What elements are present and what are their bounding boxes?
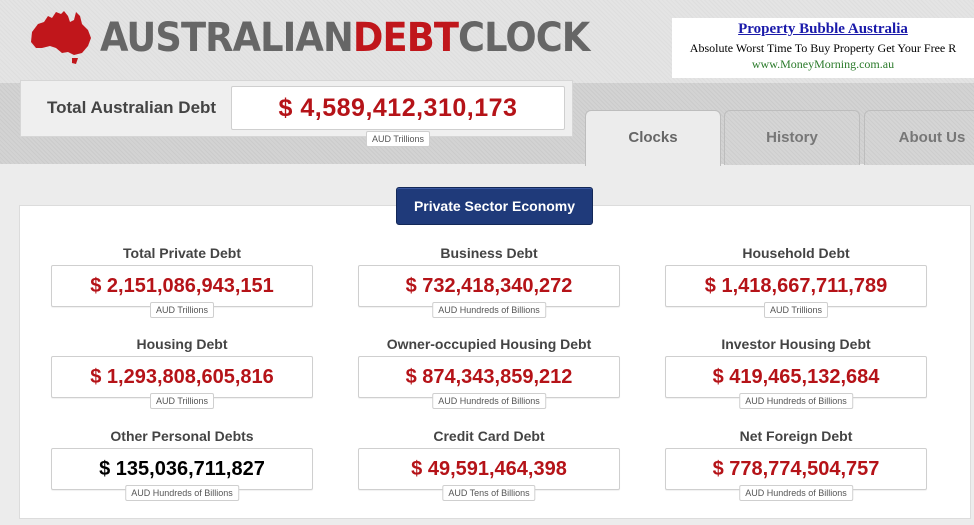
logo-text-australian: AUSTRALIAN [100, 15, 354, 61]
clock-unit: AUD Trillions [149, 393, 215, 409]
clock-unit: AUD Hundreds of Billions [739, 393, 853, 409]
clock-value: $ 1,418,667,711,789 [704, 275, 888, 297]
clock-label: Business Debt [440, 245, 538, 261]
clock-label: Housing Debt [136, 336, 228, 352]
clock-label: Credit Card Debt [433, 428, 545, 444]
total-debt-value: $ 4,589,412,310,173 [278, 94, 518, 122]
clock-label: Other Personal Debts [110, 428, 254, 444]
clock-display: $ 1,418,667,711,789 [665, 265, 927, 307]
clock-unit: AUD Hundreds of Billions [739, 485, 853, 501]
clock-value: $ 732,418,340,272 [405, 275, 573, 297]
clock-label: Owner-occupied Housing Debt [386, 336, 592, 352]
clock-total-private-debt: Total Private Debt $ 2,151,086,943,151 A… [51, 245, 313, 325]
clock-display: $ 49,591,464,398 [358, 448, 620, 490]
clock-household-debt: Household Debt $ 1,418,667,711,789 AUD T… [665, 245, 927, 325]
total-debt-label: Total Australian Debt [47, 98, 217, 117]
clock-unit: AUD Trillions [149, 302, 215, 318]
clock-display: $ 874,343,859,212 [358, 356, 620, 398]
clock-value: $ 778,774,504,757 [712, 458, 880, 480]
clock-unit: AUD Hundreds of Billions [432, 302, 546, 318]
clock-value: $ 2,151,086,943,151 [90, 275, 274, 297]
tab-history[interactable]: History [724, 110, 860, 165]
total-debt-panel: Total Australian Debt $ 4,589,412,310,17… [20, 80, 573, 147]
clock-housing-debt: Housing Debt $ 1,293,808,605,816 AUD Tri… [51, 336, 313, 416]
total-debt-unit: AUD Trillions [365, 131, 431, 147]
clock-display: $ 778,774,504,757 [665, 448, 927, 490]
clock-display: $ 135,036,711,827 [51, 448, 313, 490]
clock-label: Total Private Debt [123, 245, 241, 261]
clock-business-debt: Business Debt $ 732,418,340,272 AUD Hund… [358, 245, 620, 325]
logo-text-debt: DEBT [352, 15, 459, 61]
clock-net-foreign-debt: Net Foreign Debt $ 778,774,504,757 AUD H… [665, 428, 927, 508]
clock-unit: AUD Tens of Billions [442, 485, 536, 501]
tab-clocks[interactable]: Clocks [585, 110, 721, 166]
clock-other-personal-debts: Other Personal Debts $ 135,036,711,827 A… [51, 428, 313, 508]
ad-title-link[interactable]: Property Bubble Australia [672, 21, 974, 38]
ad-url[interactable]: www.MoneyMorning.com.au [672, 57, 974, 72]
clock-display: $ 732,418,340,272 [358, 265, 620, 307]
clock-display: $ 2,151,086,943,151 [51, 265, 313, 307]
clock-label: Household Debt [742, 245, 850, 261]
clock-owner-occupied-housing-debt: Owner-occupied Housing Debt $ 874,343,85… [358, 336, 620, 416]
clock-value: $ 419,465,132,684 [712, 366, 880, 388]
clock-unit: AUD Hundreds of Billions [125, 485, 239, 501]
clock-investor-housing-debt: Investor Housing Debt $ 419,465,132,684 … [665, 336, 927, 416]
clock-value: $ 49,591,464,398 [411, 458, 567, 480]
australia-map-icon [31, 11, 91, 64]
clock-unit: AUD Hundreds of Billions [432, 393, 546, 409]
clock-value: $ 1,293,808,605,816 [90, 366, 274, 388]
total-debt-clock: $ 4,589,412,310,173 AUD Trillions [231, 86, 565, 147]
section-private-sector-button[interactable]: Private Sector Economy [396, 187, 593, 225]
logo-text-clock: CLOCK [458, 15, 590, 61]
clock-display: $ 1,293,808,605,816 [51, 356, 313, 398]
logo-wordmark: AUSTRALIANDEBTCLOCK [100, 15, 590, 61]
advertisement[interactable]: Property Bubble Australia Absolute Worst… [672, 18, 974, 78]
clock-credit-card-debt: Credit Card Debt $ 49,591,464,398 AUD Te… [358, 428, 620, 508]
clock-label: Net Foreign Debt [739, 428, 853, 444]
clock-unit: AUD Trillions [763, 302, 829, 318]
ad-text: Absolute Worst Time To Buy Property Get … [689, 41, 957, 55]
tab-about-us[interactable]: About Us [864, 110, 974, 165]
clock-value: $ 874,343,859,212 [405, 366, 573, 388]
clock-display: $ 419,465,132,684 [665, 356, 927, 398]
clock-value: $ 135,036,711,827 [99, 458, 265, 480]
clock-label: Investor Housing Debt [721, 336, 871, 352]
